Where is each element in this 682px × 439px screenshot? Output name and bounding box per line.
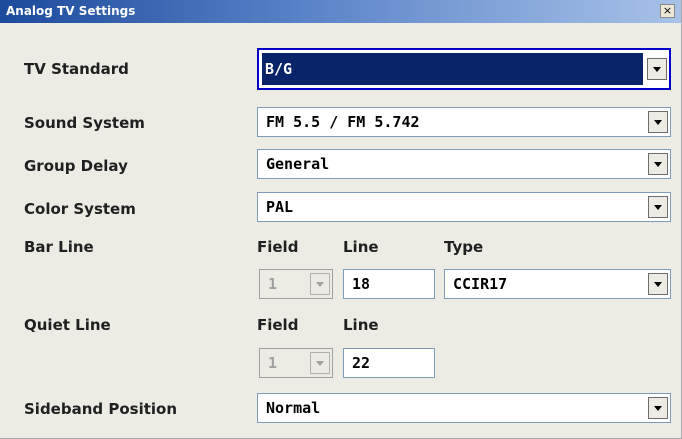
bar-line-type-label: Type [444,238,484,256]
chevron-down-icon[interactable] [648,111,668,133]
color-system-label: Color System [24,200,136,218]
bar-line-line-value: 18 [352,275,371,293]
window-title: Analog TV Settings [6,4,136,18]
group-delay-label: Group Delay [24,157,128,175]
chevron-down-icon [310,273,330,295]
group-delay-select[interactable]: General [257,149,671,179]
tv-standard-value: B/G [265,60,293,78]
analog-tv-settings-dialog: Analog TV Settings × TV Standard B/G Sou… [0,0,682,439]
sideband-position-select[interactable]: Normal [257,393,671,423]
selection-highlight [262,53,643,85]
chevron-down-icon[interactable] [648,196,668,218]
quiet-line-line-value: 22 [352,354,371,372]
group-delay-value: General [266,155,330,173]
quiet-line-line-label: Line [343,316,379,334]
quiet-line-field-value: 1 [268,354,278,372]
sideband-position-label: Sideband Position [24,400,178,418]
color-system-value: PAL [266,198,294,216]
bar-line-type-value: CCIR17 [453,275,508,293]
sideband-position-value: Normal [266,399,321,417]
bar-line-line-label: Line [343,238,379,256]
chevron-down-icon[interactable] [648,153,668,175]
tv-standard-select[interactable]: B/G [257,48,671,90]
quiet-line-label: Quiet Line [24,316,111,334]
bar-line-field-select: 1 [259,269,333,299]
tv-standard-label: TV Standard [24,60,129,78]
bar-line-line-input[interactable]: 18 [343,269,435,299]
close-icon: × [662,4,673,17]
chevron-down-icon[interactable] [648,273,668,295]
quiet-line-line-input[interactable]: 22 [343,348,435,378]
sound-system-label: Sound System [24,114,145,132]
bar-line-field-label: Field [257,238,299,256]
bar-line-label: Bar Line [24,238,94,256]
sound-system-value: FM 5.5 / FM 5.742 [266,113,420,131]
color-system-select[interactable]: PAL [257,192,671,222]
close-button[interactable]: × [660,4,675,18]
title-bar[interactable]: Analog TV Settings × [0,0,681,23]
chevron-down-icon[interactable] [648,397,668,419]
bar-line-field-value: 1 [268,275,278,293]
bar-line-type-select[interactable]: CCIR17 [444,269,671,299]
sound-system-select[interactable]: FM 5.5 / FM 5.742 [257,107,671,137]
chevron-down-icon [310,352,330,374]
quiet-line-field-select: 1 [259,348,333,378]
quiet-line-field-label: Field [257,316,299,334]
chevron-down-icon[interactable] [647,58,667,80]
